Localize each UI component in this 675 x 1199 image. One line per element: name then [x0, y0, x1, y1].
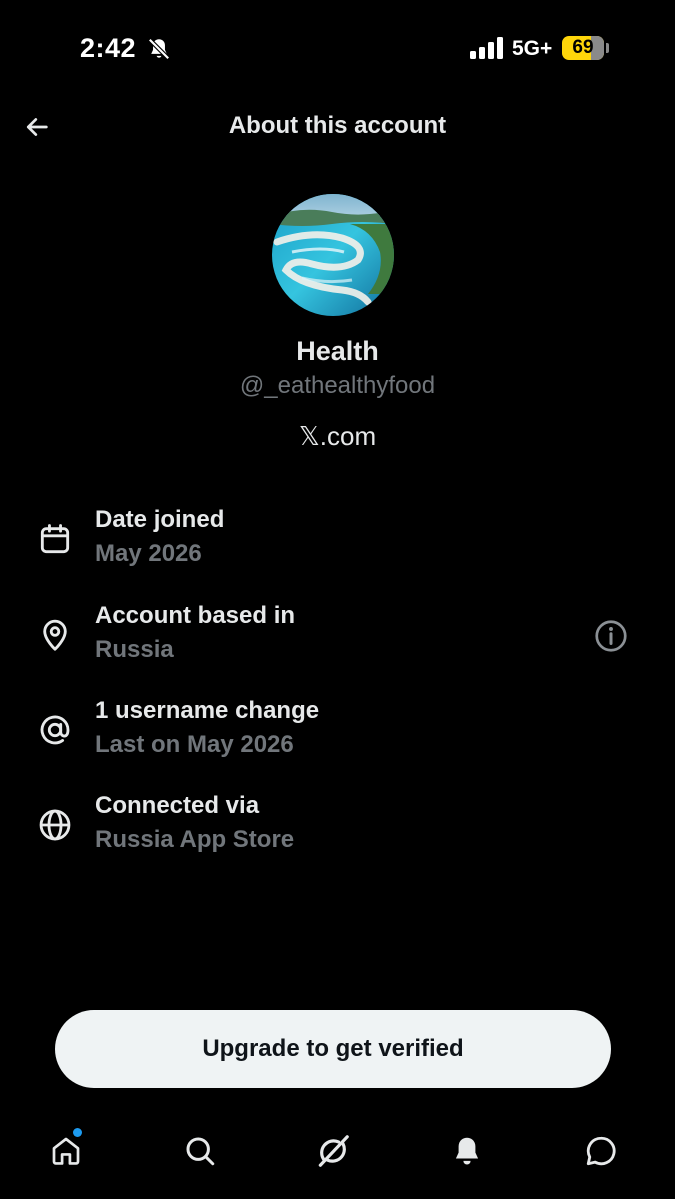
nav-notifications[interactable]: [444, 1128, 490, 1174]
battery-cap: [606, 43, 609, 53]
grok-icon: [318, 1135, 349, 1167]
battery-indicator: 69: [562, 36, 604, 60]
coastline-photo-avatar: [272, 194, 394, 316]
home-icon: [52, 1137, 80, 1165]
info-row-username-change: 1 username change Last on May 2026: [0, 697, 675, 777]
home-notification-badge: [73, 1128, 82, 1137]
notifications-icon: [455, 1137, 479, 1165]
username-change-value: Last on May 2026: [95, 731, 294, 758]
globe-icon: [39, 809, 71, 841]
location-pin-icon: [43, 619, 67, 651]
bell-slash-icon: [148, 38, 170, 60]
info-row-date-joined: Date joined May 2026: [0, 506, 675, 586]
calendar-icon: [40, 524, 70, 554]
bottom-navigation: [0, 1110, 675, 1199]
info-circle-icon[interactable]: [593, 618, 629, 654]
nav-home[interactable]: [43, 1128, 89, 1174]
profile-name: Health: [296, 336, 379, 366]
cellular-signal-icon: [470, 37, 503, 59]
info-row-account-based-in: Account based in Russia: [0, 602, 675, 682]
info-row-connected-via: Connected via Russia App Store: [0, 792, 675, 872]
connected-via-value: Russia App Store: [95, 826, 295, 853]
status-time: 2:42: [80, 33, 137, 63]
nav-search[interactable]: [177, 1128, 223, 1174]
account-based-in-label: Account based in: [95, 602, 296, 629]
profile-site: 𝕏.com: [298, 421, 377, 451]
nav-messages[interactable]: [578, 1128, 624, 1174]
at-sign-icon: [40, 715, 70, 745]
username-change-label: 1 username change: [95, 697, 320, 724]
account-based-in-value: Russia: [95, 636, 174, 663]
page-title: About this account: [228, 112, 447, 139]
upgrade-button[interactable]: Upgrade to get verified: [55, 1010, 611, 1088]
profile-handle: @_eathealthyfood: [239, 372, 436, 399]
date-joined-label: Date joined: [95, 506, 225, 533]
network-type: 5G+: [512, 37, 553, 60]
date-joined-value: May 2026: [95, 540, 202, 567]
battery-percentage: 69: [572, 37, 594, 58]
search-icon: [186, 1137, 215, 1166]
messages-icon: [586, 1136, 616, 1166]
avatar[interactable]: [272, 194, 394, 316]
status-bar: 2:42 5G+ 69: [0, 0, 675, 96]
about-account-screen: 2:42 5G+ 69 About this account Health @_…: [0, 0, 675, 1199]
connected-via-label: Connected via: [95, 792, 260, 819]
nav-grok[interactable]: [310, 1128, 356, 1174]
